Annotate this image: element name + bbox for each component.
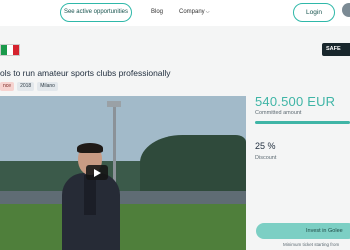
- nav-company-menu[interactable]: Company⌵: [179, 9, 209, 15]
- play-button[interactable]: [86, 165, 108, 180]
- company-tags: nce 2018 Milano: [0, 82, 58, 91]
- invest-button[interactable]: Invest in Golee: [256, 223, 350, 239]
- committed-progress-bar: [255, 121, 350, 124]
- discount-label: Discount: [255, 155, 277, 161]
- video-speaker: [62, 143, 120, 250]
- play-icon: [94, 168, 101, 177]
- chevron-down-icon: ⌵: [205, 9, 210, 15]
- see-active-opportunities-button[interactable]: See active opportunities: [60, 3, 132, 22]
- minimum-ticket-text: Minimum ticket starting from: [283, 242, 340, 247]
- tag-city: Milano: [37, 82, 58, 91]
- safe-badge: SAFE: [322, 43, 350, 56]
- nav-blog-link[interactable]: Blog: [151, 9, 163, 15]
- top-nav: See active opportunities Blog Company⌵ L…: [0, 0, 350, 26]
- avatar[interactable]: [342, 3, 350, 17]
- floodlight-lamp: [107, 100, 121, 107]
- nav-company-label: Company: [179, 9, 205, 15]
- tag-year: 2018: [17, 82, 35, 91]
- committed-amount-label: Committed amount: [255, 110, 302, 116]
- speaker-hair: [77, 143, 103, 154]
- pitch-video[interactable]: [0, 96, 246, 250]
- tag-sector: nce: [0, 82, 15, 91]
- committed-progress-fill: [255, 121, 350, 124]
- discount-value: 25 %: [255, 141, 276, 151]
- login-button[interactable]: Login: [293, 3, 335, 22]
- company-tagline: ols to run amateur sports clubs professi…: [0, 68, 171, 78]
- committed-amount-value: 540.500 EUR: [255, 94, 336, 109]
- italy-flag-icon: [0, 44, 20, 56]
- video-pitch: [0, 203, 246, 250]
- speaker-shirt: [84, 175, 96, 216]
